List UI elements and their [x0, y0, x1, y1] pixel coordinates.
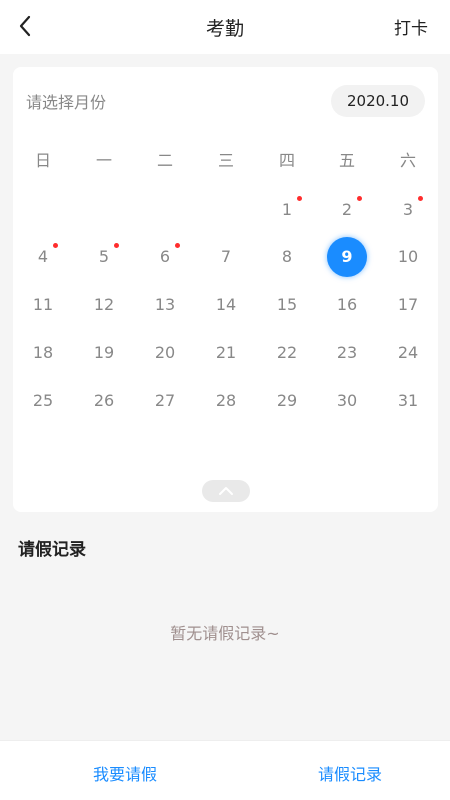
calendar-day[interactable]: 10: [388, 237, 428, 277]
calendar-day[interactable]: 23: [327, 333, 367, 373]
attendance-marker-dot: [297, 196, 302, 201]
calendar-day[interactable]: 5: [84, 237, 124, 277]
calendar-day[interactable]: 30: [327, 381, 367, 421]
calendar-day[interactable]: 19: [84, 333, 124, 373]
calendar-grid: 1 2 3 4 5 6 7 8 9 10 11 12 13 14 15 16 17 18 19 20 21 22 23 24 2…: [13, 67, 438, 512]
calendar-day[interactable]: 15: [267, 285, 307, 325]
calendar-day[interactable]: 3: [388, 190, 428, 230]
chevron-left-icon: [19, 15, 31, 37]
calendar-day[interactable]: 22: [267, 333, 307, 373]
calendar-day[interactable]: 1: [267, 190, 307, 230]
calendar-day[interactable]: 11: [23, 285, 63, 325]
chevron-up-icon: [219, 487, 233, 495]
attendance-marker-dot: [53, 243, 58, 248]
calendar-day-selected[interactable]: 9: [327, 237, 367, 277]
calendar-day[interactable]: 2: [327, 190, 367, 230]
page-title: 考勤: [205, 17, 244, 40]
calendar-day[interactable]: 7: [206, 237, 246, 277]
attendance-marker-dot: [114, 243, 119, 248]
calendar-day[interactable]: 17: [388, 285, 428, 325]
calendar-day[interactable]: 27: [145, 381, 185, 421]
calendar-day[interactable]: 20: [145, 333, 185, 373]
bottom-action-bar: 我要请假 请假记录: [0, 740, 450, 800]
calendar-day[interactable]: 8: [267, 237, 307, 277]
calendar-day[interactable]: 25: [23, 381, 63, 421]
attendance-marker-dot: [357, 196, 362, 201]
calendar-day[interactable]: 26: [84, 381, 124, 421]
calendar-day[interactable]: 14: [206, 285, 246, 325]
calendar-card: 请选择月份 2020.10 日一二三四五六 1 2 3 4 5 6 7 8 9 10 11 12 13 1…: [13, 67, 438, 512]
request-leave-button[interactable]: 我要请假: [93, 761, 157, 785]
attendance-marker-dot: [418, 196, 423, 201]
calendar-day[interactable]: 4: [23, 237, 63, 277]
calendar-day[interactable]: 13: [145, 285, 185, 325]
calendar-day[interactable]: 6: [145, 237, 185, 277]
calendar-day[interactable]: 21: [206, 333, 246, 373]
calendar-day[interactable]: 16: [327, 285, 367, 325]
calendar-day[interactable]: 31: [388, 381, 428, 421]
punch-in-button[interactable]: 打卡: [394, 14, 428, 39]
calendar-day[interactable]: 12: [84, 285, 124, 325]
empty-records-text: 暂无请假记录~: [170, 624, 280, 643]
calendar-day[interactable]: 29: [267, 381, 307, 421]
top-nav-bar: 考勤 打卡: [0, 0, 450, 54]
leave-records-heading: 请假记录: [18, 540, 86, 560]
calendar-day[interactable]: 24: [388, 333, 428, 373]
back-button[interactable]: [8, 9, 42, 43]
calendar-day[interactable]: 18: [23, 333, 63, 373]
collapse-calendar-button[interactable]: [202, 480, 250, 502]
attendance-marker-dot: [175, 243, 180, 248]
leave-records-button[interactable]: 请假记录: [318, 761, 382, 785]
calendar-day[interactable]: 28: [206, 381, 246, 421]
